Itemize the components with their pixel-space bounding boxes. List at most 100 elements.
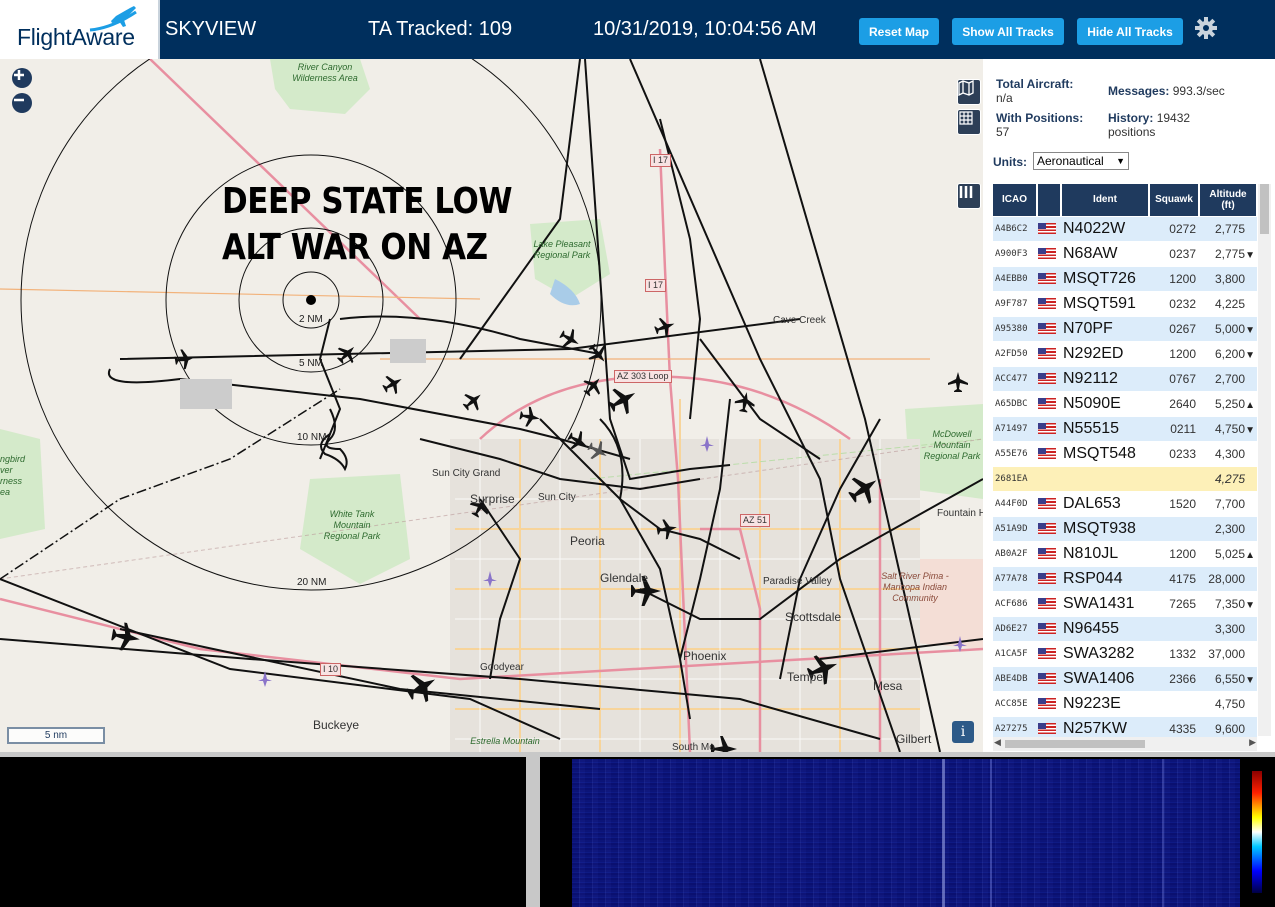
scroll-left-icon[interactable]: ◀ (994, 737, 1001, 748)
table-row[interactable]: A65DBC N5090E 2640 5,250▲ (993, 390, 1257, 416)
scrollbar-thumb[interactable] (1260, 184, 1269, 234)
altitude-value: 4,750 (1214, 696, 1245, 711)
table-row[interactable]: A4B6C2 N4022W 0272 2,775 (993, 215, 1257, 241)
reset-map-button[interactable]: Reset Map (859, 18, 939, 45)
table-row[interactable]: A4EBB0 MSQT726 1200 3,800 (993, 265, 1257, 291)
table-row[interactable]: A900F3 N68AW 0237 2,775▼ (993, 240, 1257, 266)
zoom-in-button[interactable] (12, 68, 32, 88)
altitude-value: 4,275 (1214, 471, 1245, 486)
overlay-line-2: ALT WAR ON AZ (222, 227, 488, 268)
show-all-tracks-button[interactable]: Show All Tracks (952, 18, 1064, 45)
table-row[interactable]: AB0A2F N810JL 1200 5,025▲ (993, 540, 1257, 566)
cell-icao: A44F0D (993, 490, 1037, 516)
table-row[interactable]: ACC477 N92112 0767 2,700 (993, 365, 1257, 391)
table-row[interactable]: A77A78 RSP044 4175 28,000 (993, 565, 1257, 591)
altitude-value: 6,550 (1214, 671, 1245, 686)
cell-altitude: 6,550▼ (1199, 665, 1257, 691)
hscroll-thumb[interactable] (1005, 740, 1145, 748)
map-view[interactable]: DEEP STATE LOW ALT WAR ON AZ 2 NM 5 NM 1… (0, 59, 983, 752)
table-row[interactable]: A55E76 MSQT548 0233 4,300 (993, 440, 1257, 466)
overlay-caption: DEEP STATE LOW ALT WAR ON AZ (222, 179, 513, 271)
cell-altitude: 28,000 (1199, 565, 1257, 591)
flightaware-logo[interactable]: FlightAware (0, 0, 160, 59)
stat-total-aircraft: Total Aircraft: n/a (996, 77, 1073, 105)
grid-toggle-button[interactable] (957, 109, 981, 135)
top-bar: FlightAware SKYVIEW TA Tracked: 109 10/3… (0, 0, 1275, 59)
altitude-value: 5,025 (1214, 546, 1245, 561)
table-row[interactable]: A71497 N55515 0211 4,750▼ (993, 415, 1257, 441)
us-flag-icon (1038, 422, 1056, 434)
stat-messages-value: 993.3/sec (1172, 84, 1225, 98)
columns-button[interactable] (957, 183, 981, 209)
cell-squawk (1149, 465, 1199, 491)
table-row[interactable]: ACC85E N9223E 4,750 (993, 690, 1257, 716)
aircraft-panel: Total Aircraft: n/a Messages: 993.3/sec … (983, 59, 1275, 752)
columns-icon (959, 186, 973, 198)
table-row[interactable]: AD6E27 N96455 3,300 (993, 615, 1257, 641)
cell-icao: A900F3 (993, 240, 1037, 266)
cell-flag (1037, 390, 1061, 416)
us-flag-icon (1038, 622, 1056, 634)
table-row[interactable]: A1CA5F SWA3282 1332 37,000 (993, 640, 1257, 666)
col-altitude[interactable]: Altitude (ft) (1199, 184, 1258, 216)
cell-squawk: 0232 (1149, 290, 1199, 316)
table-row[interactable]: 2681EA 4,275 (993, 465, 1257, 491)
us-flag-icon (1038, 522, 1056, 534)
table-row[interactable]: A51A9D MSQT938 2,300 (993, 515, 1257, 541)
cell-squawk: 0767 (1149, 365, 1199, 391)
cell-icao: A95380 (993, 315, 1037, 341)
col-icao[interactable]: ICAO (993, 184, 1038, 216)
us-flag-icon (1038, 372, 1056, 384)
cell-altitude: 6,200▼ (1199, 340, 1257, 366)
us-flag-icon (1038, 397, 1056, 409)
cell-altitude: 37,000 (1199, 640, 1257, 666)
table-row[interactable]: A44F0D DAL653 1520 7,700 (993, 490, 1257, 516)
cell-ident: N810JL (1061, 540, 1149, 566)
cell-ident: SWA1431 (1061, 590, 1149, 616)
table-row[interactable]: A95380 N70PF 0267 5,000▼ (993, 315, 1257, 341)
us-flag-icon (1038, 572, 1056, 584)
table-row[interactable]: A9F787 MSQT591 0232 4,225 (993, 290, 1257, 316)
minus-icon (14, 98, 24, 102)
cell-ident: MSQT548 (1061, 440, 1149, 466)
col-ident[interactable]: Ident (1061, 184, 1150, 216)
cell-icao: A9F787 (993, 290, 1037, 316)
table-row[interactable]: A2FD50 N292ED 1200 6,200▼ (993, 340, 1257, 366)
cell-flag (1037, 590, 1061, 616)
units-select[interactable]: Aeronautical ▼ (1033, 152, 1129, 170)
signal-line (990, 759, 992, 907)
city-cave-creek: Cave Creek (773, 315, 826, 326)
altitude-value: 5,000 (1214, 321, 1245, 336)
gear-icon[interactable] (1192, 14, 1220, 42)
units-value: Aeronautical (1037, 154, 1104, 168)
cell-altitude: 5,000▼ (1199, 315, 1257, 341)
cell-ident: MSQT938 (1061, 515, 1149, 541)
cell-ident: N9223E (1061, 690, 1149, 716)
place-salt-river: Salt River Pima - Maricopa Indian Commun… (881, 571, 949, 603)
spectrum-waterfall (572, 759, 1240, 907)
us-flag-icon (1038, 547, 1056, 559)
cell-ident: MSQT726 (1061, 265, 1149, 291)
dropdown-arrow-icon: ▼ (1116, 156, 1125, 166)
ring-label-10nm: 10 NM (297, 432, 327, 443)
map-info-button[interactable]: i (952, 721, 974, 743)
cell-flag (1037, 340, 1061, 366)
cell-altitude: 4,300 (1199, 440, 1257, 466)
table-row[interactable]: ACF686 SWA1431 7265 7,350▼ (993, 590, 1257, 616)
table-row[interactable]: ABE4DB SWA1406 2366 6,550▼ (993, 665, 1257, 691)
us-flag-icon (1038, 597, 1056, 609)
table-vertical-scrollbar[interactable] (1258, 184, 1271, 736)
table-horizontal-scrollbar[interactable]: ◀ ▶ (993, 737, 1257, 751)
stat-positions-label: With Positions: (996, 111, 1084, 125)
scroll-right-icon[interactable]: ▶ (1249, 737, 1256, 748)
col-squawk[interactable]: Squawk (1149, 184, 1200, 216)
road-az-51: AZ 51 (740, 514, 771, 527)
zoom-out-button[interactable] (12, 93, 32, 113)
hide-all-tracks-button[interactable]: Hide All Tracks (1077, 18, 1183, 45)
map-layers-button[interactable] (957, 79, 981, 105)
city-buckeye: Buckeye (313, 718, 360, 732)
place-mcdowell: McDowell Mountain Regional Park (923, 429, 981, 461)
col-flag[interactable] (1037, 184, 1062, 216)
cell-icao: 2681EA (993, 465, 1037, 491)
cell-squawk: 1332 (1149, 640, 1199, 666)
